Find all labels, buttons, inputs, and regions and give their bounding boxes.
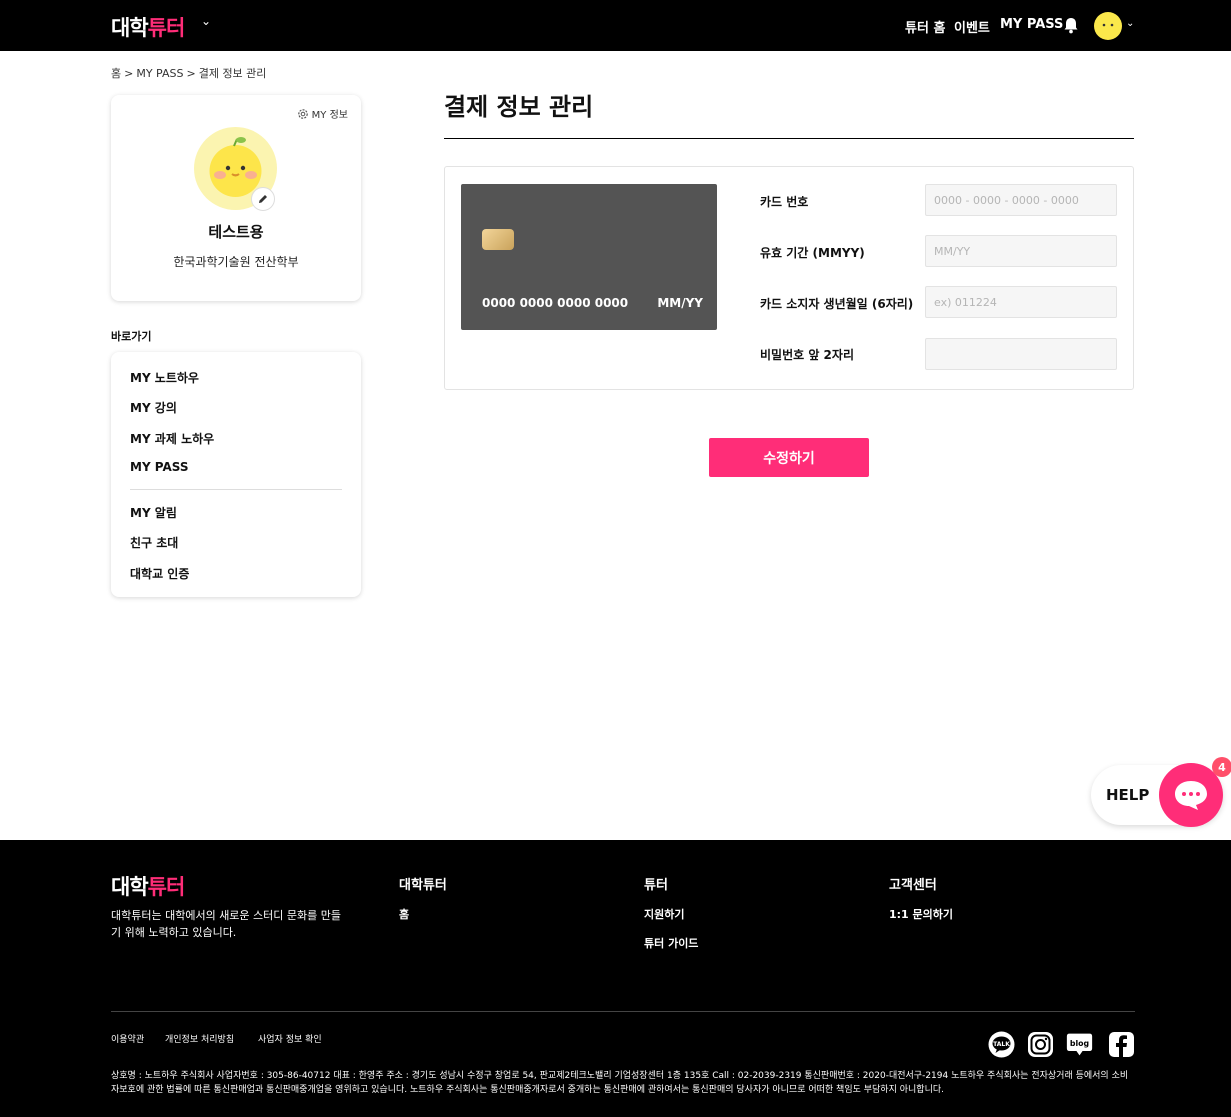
gear-icon bbox=[297, 108, 308, 119]
facebook-icon[interactable] bbox=[1108, 1031, 1135, 1058]
footer-link-apply[interactable]: 지원하기 bbox=[644, 906, 684, 922]
submit-button[interactable]: 수정하기 bbox=[709, 438, 869, 477]
notification-badge: 4 bbox=[1212, 757, 1231, 777]
footer-link-home[interactable]: 홈 bbox=[399, 906, 409, 922]
pencil-icon bbox=[259, 195, 267, 203]
company-info: 상호명 : 노트하우 주식회사 사업자번호 : 305-86-40712 대표 … bbox=[111, 1071, 1129, 1095]
user-avatar[interactable] bbox=[1094, 12, 1122, 40]
breadcrumb-my-pass[interactable]: MY PASS bbox=[136, 67, 183, 80]
edit-avatar-button[interactable] bbox=[251, 187, 275, 211]
shortcut-invite-friend[interactable]: 친구 초대 bbox=[130, 534, 178, 551]
password-input[interactable] bbox=[925, 338, 1117, 370]
card-preview: 0000 0000 0000 0000 MM/YY bbox=[461, 184, 717, 330]
card-preview-number: 0000 0000 0000 0000 bbox=[482, 296, 629, 310]
footer-link-tutor-guide[interactable]: 튜터 가이드 bbox=[644, 935, 698, 951]
title-divider bbox=[444, 138, 1134, 139]
card-chip-icon bbox=[482, 229, 514, 250]
my-info-label: MY 정보 bbox=[311, 110, 348, 121]
card-number-input[interactable] bbox=[925, 184, 1117, 216]
shortcut-my-pass[interactable]: MY PASS bbox=[130, 460, 189, 474]
nav-my-pass[interactable]: MY PASS bbox=[1000, 17, 1063, 32]
instagram-icon[interactable] bbox=[1027, 1031, 1054, 1058]
privacy-link[interactable]: 개인정보 처리방침 bbox=[165, 1032, 234, 1045]
footer-col-title: 대학튜터 bbox=[399, 878, 447, 893]
terms-link[interactable]: 이용약관 bbox=[111, 1032, 144, 1045]
breadcrumb-current: 결제 정보 관리 bbox=[198, 67, 267, 80]
birthdate-label: 카드 소지자 생년월일 (6자리) bbox=[760, 297, 914, 311]
chevron-down-icon[interactable]: ⌄ bbox=[201, 14, 211, 28]
svg-text:TALK: TALK bbox=[993, 1041, 1010, 1048]
shortcut-my-assignment[interactable]: MY 과제 노하우 bbox=[130, 430, 214, 447]
svg-text:blog: blog bbox=[1070, 1039, 1089, 1048]
nav-event[interactable]: 이벤트 bbox=[954, 17, 990, 36]
chevron-right-icon: > bbox=[124, 67, 134, 80]
breadcrumb: 홈 > MY PASS > 결제 정보 관리 bbox=[111, 65, 269, 81]
card-number-label: 카드 번호 bbox=[760, 195, 809, 209]
chevron-right-icon: > bbox=[186, 67, 196, 80]
shortcut-my-alarm[interactable]: MY 알림 bbox=[130, 504, 177, 521]
footer-col-title: 고객센터 bbox=[889, 878, 937, 893]
payment-form: 0000 0000 0000 0000 MM/YY 카드 번호 유효 기간 (M… bbox=[444, 166, 1134, 390]
profile-name: 테스트용 bbox=[208, 223, 264, 241]
footer-description: 대학튜터는 대학에서의 새로운 스터디 문화를 만들기 위해 노력하고 있습니다… bbox=[111, 909, 342, 939]
footer-link-inquiry[interactable]: 1:1 문의하기 bbox=[889, 906, 953, 922]
bell-icon[interactable] bbox=[1063, 17, 1079, 34]
shortcuts-title: 바로가기 bbox=[111, 330, 152, 343]
shortcut-my-lecture[interactable]: MY 강의 bbox=[130, 399, 177, 416]
page-title: 결제 정보 관리 bbox=[444, 93, 594, 121]
nav-tutor-home[interactable]: 튜터 홈 bbox=[905, 17, 945, 36]
logo-accent-text: 튜터 bbox=[147, 875, 186, 899]
card-preview-expiry: MM/YY bbox=[657, 296, 703, 310]
password-label: 비밀번호 앞 2자리 bbox=[760, 348, 854, 362]
logo-accent-text: 튜터 bbox=[147, 16, 186, 40]
footer-logo: 대학튜터 bbox=[111, 871, 186, 901]
footer-col-title: 튜터 bbox=[644, 878, 668, 893]
kakaotalk-icon[interactable]: TALK bbox=[988, 1031, 1015, 1058]
footer-divider bbox=[111, 1011, 1135, 1012]
profile-school: 한국과학기술원 전산학부 bbox=[173, 255, 299, 269]
shortcut-card: MY 노트하우 MY 강의 MY 과제 노하우 MY PASS MY 알림 친구… bbox=[111, 352, 361, 597]
expiry-label: 유효 기간 (MMYY) bbox=[760, 246, 865, 260]
help-label: HELP bbox=[1106, 786, 1150, 804]
chevron-down-icon[interactable]: ⌄ bbox=[1126, 18, 1134, 29]
blog-icon[interactable]: blog bbox=[1066, 1031, 1093, 1058]
logo-text: 대학 bbox=[111, 16, 149, 40]
footer: 대학튜터 대학튜터는 대학에서의 새로운 스터디 문화를 만들기 위해 노력하고… bbox=[0, 840, 1231, 1117]
breadcrumb-home[interactable]: 홈 bbox=[111, 67, 121, 80]
logo-text: 대학 bbox=[111, 875, 149, 899]
expiry-input[interactable] bbox=[925, 235, 1117, 267]
shortcut-university-verify[interactable]: 대학교 인증 bbox=[130, 565, 189, 582]
birthdate-input[interactable] bbox=[925, 286, 1117, 318]
brand-logo[interactable]: 대학튜터 bbox=[111, 12, 186, 42]
shortcut-my-notehow[interactable]: MY 노트하우 bbox=[130, 369, 199, 386]
help-widget[interactable]: HELP bbox=[1091, 763, 1223, 827]
top-header: 대학튜터 ⌄ 튜터 홈 이벤트 MY PASS ⌄ bbox=[0, 0, 1231, 51]
my-info-link[interactable]: MY 정보 bbox=[297, 106, 348, 121]
business-info-link[interactable]: 사업자 정보 확인 bbox=[258, 1032, 322, 1045]
profile-card: MY 정보 테스트용 한국과학기술원 전산학부 bbox=[111, 95, 361, 301]
divider bbox=[130, 489, 342, 490]
